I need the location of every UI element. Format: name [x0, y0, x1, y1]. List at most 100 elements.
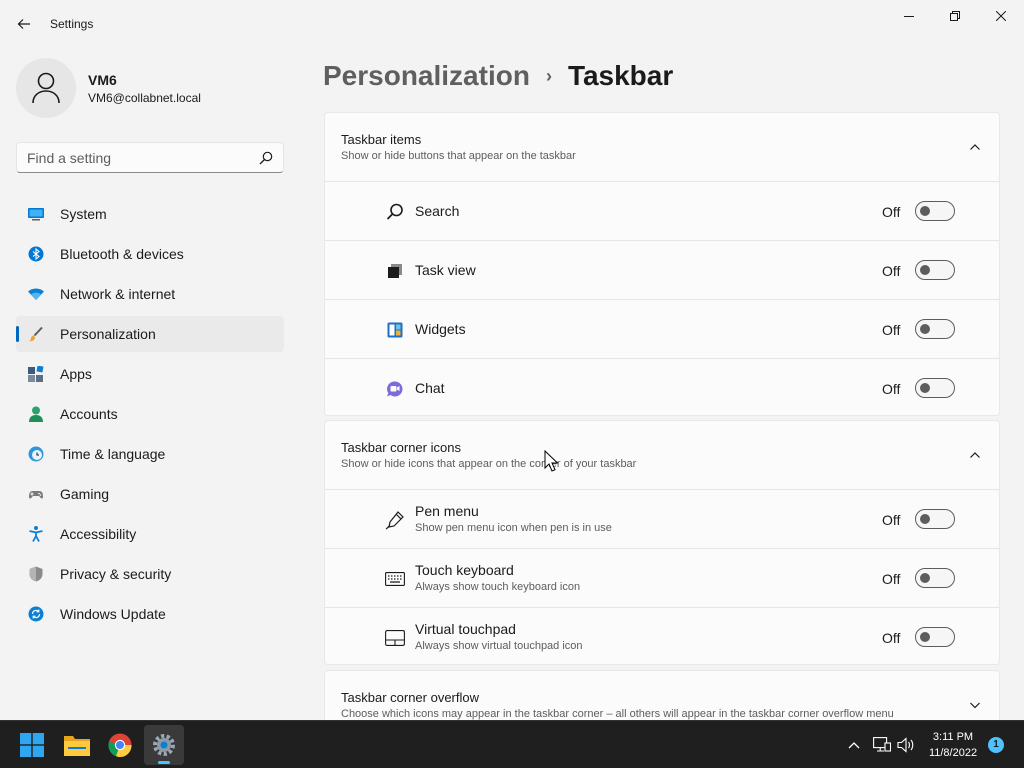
section-title: Taskbar corner overflow	[341, 690, 479, 705]
clock-time: 3:11 PM	[932, 731, 974, 743]
chat-toggle[interactable]	[915, 378, 955, 398]
sidebar-item-label: Privacy & security	[60, 566, 172, 582]
user-profile[interactable]: VM6 VM6@collabnet.local	[16, 58, 296, 118]
pen-menu-toggle[interactable]	[915, 509, 955, 529]
search-input[interactable]	[27, 149, 247, 167]
breadcrumb-parent-link[interactable]: Personalization	[323, 60, 530, 92]
chrome-icon	[108, 733, 132, 757]
breadcrumb: Personalization › Taskbar	[323, 58, 673, 94]
sidebar-item-label: Personalization	[60, 326, 156, 342]
clock-globe-icon	[28, 446, 44, 462]
setting-label: Task view	[415, 262, 476, 278]
sidebar-item-privacy[interactable]: Privacy & security	[16, 556, 284, 592]
sidebar-item-personalization[interactable]: Personalization	[16, 316, 284, 352]
brush-icon	[29, 326, 43, 342]
setting-row-virtual-touchpad: Virtual touchpad Always show virtual tou…	[325, 607, 999, 664]
sidebar-item-bluetooth[interactable]: Bluetooth & devices	[16, 236, 284, 272]
setting-label: Virtual touchpad	[415, 621, 516, 637]
taskbar-corner-icons-header[interactable]: Taskbar corner icons Show or hide icons …	[325, 421, 999, 489]
toggle-knob	[920, 206, 930, 216]
restore-button[interactable]	[932, 0, 978, 32]
sidebar-item-gaming[interactable]: Gaming	[16, 476, 284, 512]
setting-row-touch-keyboard: Touch keyboard Always show touch keyboar…	[325, 548, 999, 607]
section-title: Taskbar items	[341, 132, 422, 147]
taskbar-items-section: Taskbar items Show or hide buttons that …	[324, 112, 1000, 416]
chevron-up-icon[interactable]	[969, 449, 981, 461]
shield-icon	[29, 566, 43, 582]
setting-label: Widgets	[415, 321, 466, 337]
toggle-knob	[920, 324, 930, 334]
chrome-button[interactable]	[100, 725, 140, 765]
chat-icon	[385, 379, 405, 399]
network-tray-button[interactable]	[872, 735, 892, 755]
sidebar-item-system[interactable]: System	[16, 196, 284, 232]
setting-row-search: Search Off	[325, 181, 999, 240]
volume-tray-button[interactable]	[896, 735, 916, 755]
start-icon	[20, 733, 44, 757]
taskbar-corner-icons-section: Taskbar corner icons Show or hide icons …	[324, 420, 1000, 665]
widgets-toggle[interactable]	[915, 319, 955, 339]
restore-icon	[950, 11, 960, 21]
sidebar-item-time-language[interactable]: Time & language	[16, 436, 284, 472]
setting-row-task-view: Task view Off	[325, 240, 999, 299]
setting-description: Always show touch keyboard icon	[415, 581, 581, 593]
task-view-toggle[interactable]	[915, 260, 955, 280]
file-explorer-icon	[64, 736, 90, 756]
apps-icon	[28, 366, 44, 382]
sidebar-item-windows-update[interactable]: Windows Update	[16, 596, 284, 632]
close-button[interactable]	[978, 0, 1024, 32]
user-email: VM6@collabnet.local	[88, 91, 201, 105]
touch-keyboard-toggle[interactable]	[915, 568, 955, 588]
file-explorer-button[interactable]	[57, 725, 97, 765]
taskbar: 3:11 PM 11/8/2022 1	[0, 720, 1024, 768]
sidebar-nav: System Bluetooth & devices Network & int…	[16, 196, 284, 636]
taskbar-items-header[interactable]: Taskbar items Show or hide buttons that …	[325, 113, 999, 181]
sidebar-item-label: Time & language	[60, 446, 166, 462]
sidebar-item-label: Gaming	[60, 486, 110, 502]
keyboard-icon	[385, 569, 405, 589]
touchpad-icon	[385, 628, 405, 648]
search-toggle[interactable]	[915, 201, 955, 221]
monitor-icon	[28, 208, 44, 221]
toggle-state-text: Off	[882, 571, 901, 587]
title-bar: Settings	[0, 0, 1024, 48]
toggle-state-text: Off	[882, 512, 901, 528]
sidebar-item-accounts[interactable]: Accounts	[16, 396, 284, 432]
minimize-button[interactable]	[886, 0, 932, 32]
show-hidden-icons-button[interactable]	[844, 735, 864, 755]
setting-label: Search	[415, 203, 460, 219]
search-box[interactable]	[16, 142, 284, 173]
user-name: VM6	[88, 72, 117, 88]
sidebar-item-network[interactable]: Network & internet	[16, 276, 284, 312]
avatar	[16, 58, 76, 118]
sidebar-item-label: Apps	[60, 366, 92, 382]
setting-row-chat: Chat Off	[325, 358, 999, 415]
chevron-up-icon	[848, 742, 860, 749]
back-button[interactable]	[10, 10, 38, 38]
sidebar-item-label: System	[60, 206, 107, 222]
update-icon	[28, 606, 44, 622]
start-button[interactable]	[12, 725, 52, 765]
toggle-knob	[920, 265, 930, 275]
setting-label: Pen menu	[415, 503, 479, 519]
widgets-icon	[385, 320, 405, 340]
sidebar-item-apps[interactable]: Apps	[16, 356, 284, 392]
notification-badge[interactable]: 1	[988, 737, 1004, 753]
bluetooth-icon	[28, 246, 44, 262]
virtual-touchpad-toggle[interactable]	[915, 627, 955, 647]
pen-icon	[385, 510, 405, 530]
toggle-state-text: Off	[882, 204, 901, 220]
minimize-icon	[904, 16, 914, 17]
setting-description: Always show virtual touchpad icon	[415, 640, 583, 652]
chevron-down-icon[interactable]	[969, 699, 981, 711]
volume-icon	[897, 737, 914, 753]
chevron-up-icon[interactable]	[969, 141, 981, 153]
toggle-state-text: Off	[882, 630, 901, 646]
taskbar-clock[interactable]: 3:11 PM 11/8/2022	[920, 729, 986, 761]
toggle-knob	[920, 514, 930, 524]
chevron-right-icon: ›	[545, 65, 552, 86]
search-icon[interactable]	[259, 151, 273, 165]
sidebar-item-accessibility[interactable]: Accessibility	[16, 516, 284, 552]
setting-description: Show pen menu icon when pen is in use	[415, 522, 612, 534]
settings-taskbar-button[interactable]	[144, 725, 184, 765]
